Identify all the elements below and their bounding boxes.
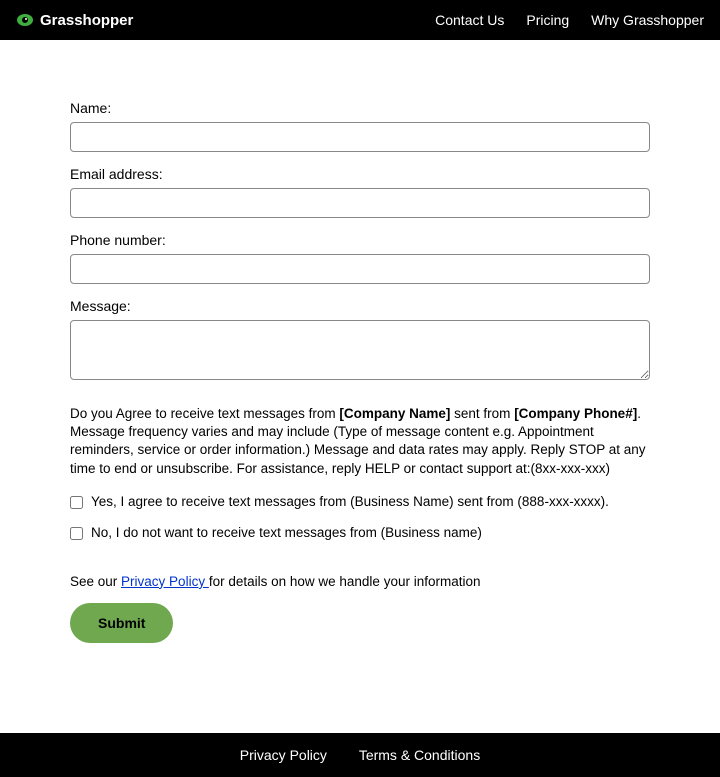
phone-label: Phone number: bbox=[70, 232, 650, 248]
name-label: Name: bbox=[70, 100, 650, 116]
consent-yes-label: Yes, I agree to receive text messages fr… bbox=[91, 494, 609, 509]
footer-terms-link[interactable]: Terms & Conditions bbox=[359, 747, 480, 763]
consent-prefix: Do you Agree to receive text messages fr… bbox=[70, 406, 339, 421]
top-nav: Grasshopper Contact Us Pricing Why Grass… bbox=[0, 0, 720, 40]
consent-yes-checkbox[interactable] bbox=[70, 496, 83, 509]
privacy-suffix: for details on how we handle your inform… bbox=[209, 574, 481, 589]
email-group: Email address: bbox=[70, 166, 650, 218]
message-group: Message: bbox=[70, 298, 650, 383]
footer-privacy-link[interactable]: Privacy Policy bbox=[240, 747, 327, 763]
email-label: Email address: bbox=[70, 166, 650, 182]
consent-company-name: [Company Name] bbox=[339, 406, 450, 421]
contact-form-area: Name: Email address: Phone number: Messa… bbox=[0, 40, 720, 683]
name-input[interactable] bbox=[70, 122, 650, 152]
consent-yes-row[interactable]: Yes, I agree to receive text messages fr… bbox=[70, 494, 650, 509]
nav-why-grasshopper[interactable]: Why Grasshopper bbox=[591, 12, 704, 28]
consent-no-row[interactable]: No, I do not want to receive text messag… bbox=[70, 525, 650, 540]
footer: Privacy Policy Terms & Conditions bbox=[0, 733, 720, 777]
privacy-policy-link[interactable]: Privacy Policy bbox=[121, 574, 209, 589]
consent-paragraph: Do you Agree to receive text messages fr… bbox=[70, 405, 650, 478]
email-input[interactable] bbox=[70, 188, 650, 218]
message-textarea[interactable] bbox=[70, 320, 650, 380]
submit-button[interactable]: Submit bbox=[70, 603, 173, 643]
consent-company-phone: [Company Phone#] bbox=[514, 406, 637, 421]
name-group: Name: bbox=[70, 100, 650, 152]
nav-pricing[interactable]: Pricing bbox=[526, 12, 569, 28]
consent-mid1: sent from bbox=[450, 406, 514, 421]
privacy-line: See our Privacy Policy for details on ho… bbox=[70, 574, 650, 589]
message-label: Message: bbox=[70, 298, 650, 314]
brand-name: Grasshopper bbox=[40, 12, 133, 29]
consent-no-label: No, I do not want to receive text messag… bbox=[91, 525, 482, 540]
grasshopper-icon bbox=[16, 13, 34, 27]
nav-contact-us[interactable]: Contact Us bbox=[435, 12, 504, 28]
phone-input[interactable] bbox=[70, 254, 650, 284]
consent-no-checkbox[interactable] bbox=[70, 527, 83, 540]
phone-group: Phone number: bbox=[70, 232, 650, 284]
brand-logo[interactable]: Grasshopper bbox=[16, 12, 133, 29]
nav-links: Contact Us Pricing Why Grasshopper bbox=[435, 12, 704, 28]
privacy-prefix: See our bbox=[70, 574, 121, 589]
